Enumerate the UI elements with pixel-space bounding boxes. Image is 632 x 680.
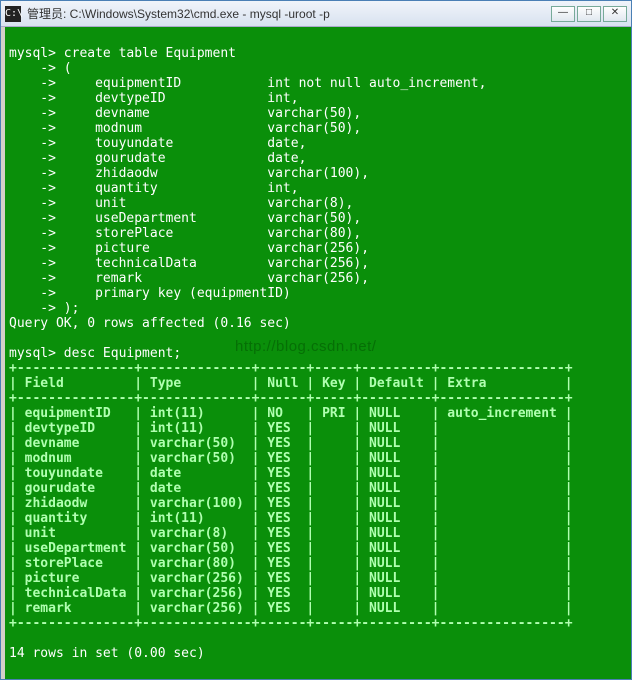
prompt-create: mysql> create table Equipment	[9, 46, 236, 61]
watermark-text: http://blog.csdn.net/	[235, 339, 376, 354]
rows-in-set: 14 rows in set (0.00 sec)	[9, 646, 205, 661]
table-rows: | equipmentID | int(11) | NO | PRI | NUL…	[9, 406, 573, 616]
maximize-button[interactable]: □	[577, 6, 601, 22]
window-title: 管理员: C:\Windows\System32\cmd.exe - mysql…	[27, 5, 551, 22]
close-button[interactable]: ✕	[603, 6, 627, 22]
cmd-window: C:\ 管理员: C:\Windows\System32\cmd.exe - m…	[0, 0, 632, 680]
table-header: | Field | Type | Null | Key | Default | …	[9, 376, 573, 391]
table-border: +---------------+--------------+------+-…	[9, 361, 573, 376]
terminal[interactable]: http://blog.csdn.net/mysql> create table…	[1, 27, 631, 679]
table-border: +---------------+--------------+------+-…	[9, 616, 573, 631]
sql-body: -> ( -> equipmentID int not null auto_in…	[9, 61, 486, 316]
titlebar: C:\ 管理员: C:\Windows\System32\cmd.exe - m…	[1, 1, 631, 27]
query-ok: Query OK, 0 rows affected (0.16 sec)	[9, 316, 291, 331]
cmd-icon: C:\	[5, 6, 21, 22]
prompt-desc: mysql> desc Equipment;	[9, 346, 181, 361]
table-border: +---------------+--------------+------+-…	[9, 391, 573, 406]
minimize-button[interactable]: —	[551, 6, 575, 22]
window-buttons: — □ ✕	[551, 6, 627, 22]
